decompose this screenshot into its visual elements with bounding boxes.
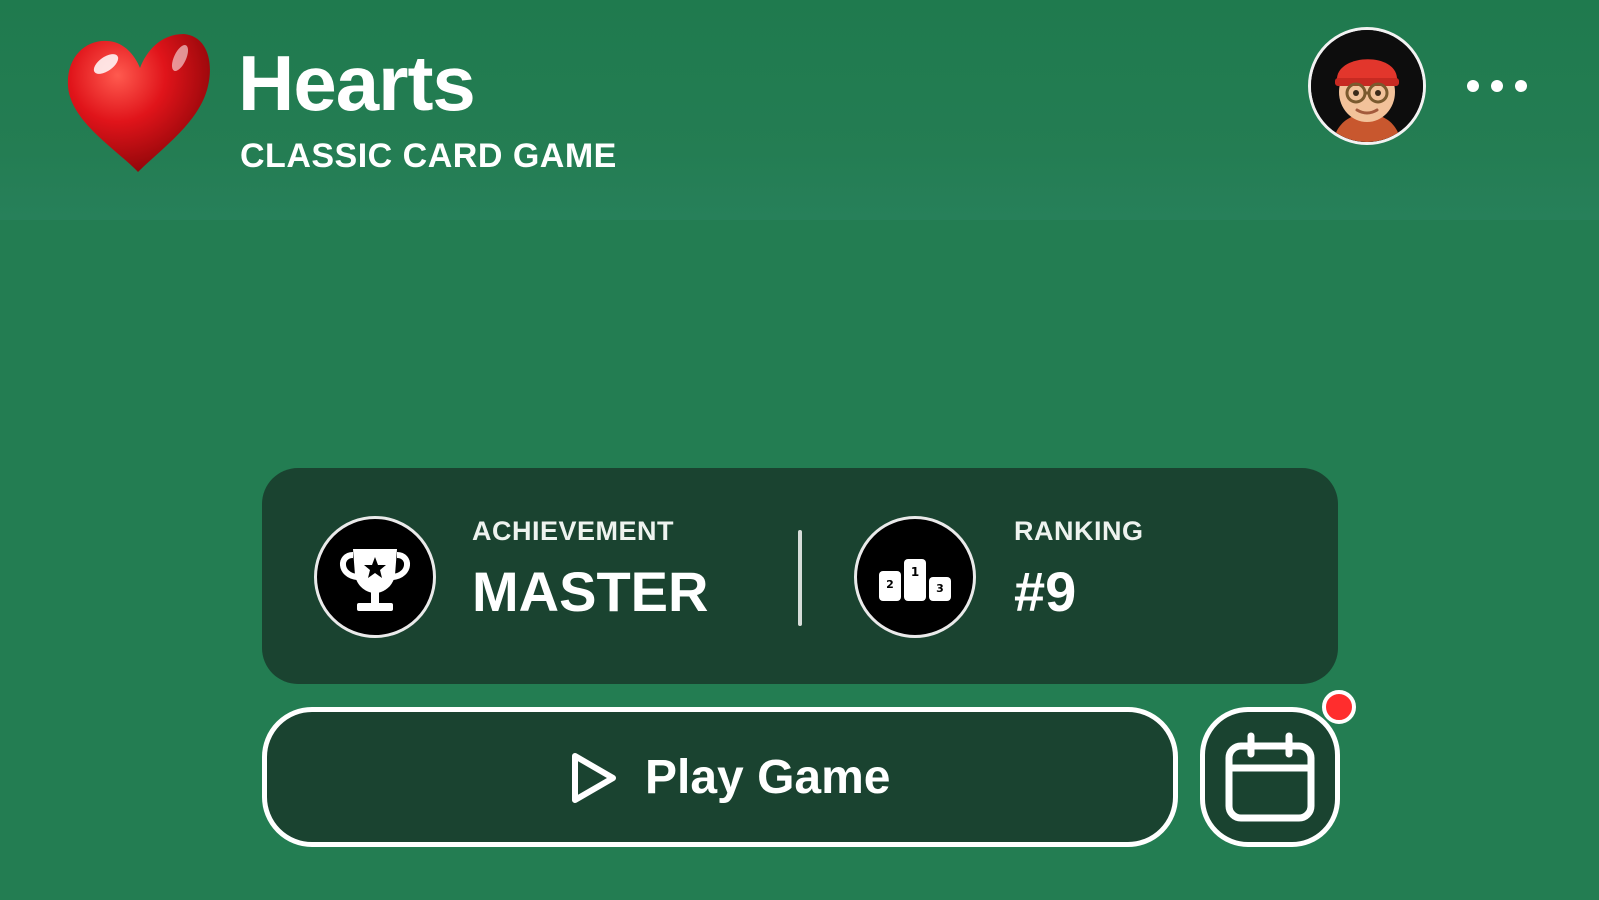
trophy-icon: [314, 516, 436, 638]
svg-text:1: 1: [911, 565, 919, 579]
ellipsis-icon: [1467, 80, 1527, 92]
ranking-label: RANKING: [1014, 516, 1144, 546]
podium-icon: 1 2 3: [854, 516, 976, 638]
achievement-value: MASTER: [472, 560, 709, 623]
svg-text:3: 3: [936, 582, 944, 595]
svg-text:2: 2: [886, 578, 894, 591]
play-game-label: Play Game: [645, 751, 891, 804]
ranking-value: #9: [1014, 560, 1077, 623]
stats-divider: [798, 530, 802, 626]
app-header: Hearts CLASSIC CARD GAME: [0, 0, 1599, 200]
notification-badge: [1322, 690, 1356, 724]
app-subtitle: CLASSIC CARD GAME: [240, 137, 617, 175]
profile-avatar[interactable]: [1308, 27, 1426, 145]
calendar-icon: [1225, 732, 1315, 822]
play-icon: [572, 753, 616, 803]
calendar-button[interactable]: [1200, 707, 1340, 847]
app-title: Hearts: [238, 39, 476, 127]
more-options-button[interactable]: [1462, 66, 1532, 106]
play-game-button[interactable]: Play Game: [262, 707, 1178, 847]
stats-card: ACHIEVEMENT MASTER 1 2 3 RANKING #9: [262, 468, 1338, 684]
achievement-label: ACHIEVEMENT: [472, 516, 675, 546]
memoji-avatar-icon: [1311, 30, 1423, 142]
heart-icon: [62, 30, 214, 180]
